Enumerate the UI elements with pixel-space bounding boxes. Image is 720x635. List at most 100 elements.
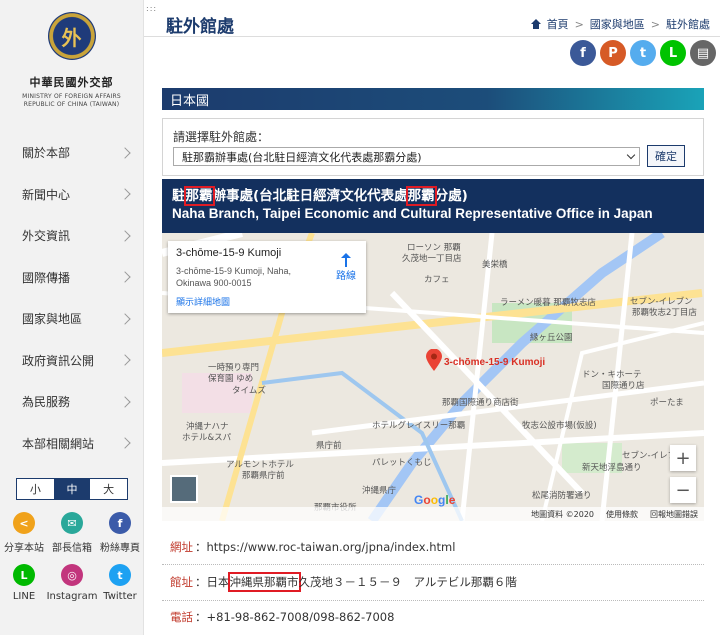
embedded-map[interactable]: ローソン 那覇 久茂地一丁目店 美栄橋 ラーメン暖暮 那覇牧志店 セブン-イレブ… [162,233,704,521]
sidebar: 外 中華民國外交部 MINISTRY OF FOREIGN AFFAIRS RE… [0,0,144,635]
sidebar-item-label: 本部相關網站 [22,436,95,451]
sidebar-item-label: 外交資訊 [22,229,71,244]
map-place-label: 久茂地一丁目店 [402,254,462,264]
sidebar-item-2[interactable]: 外交資訊 [0,215,143,257]
ministry-logo[interactable]: 外 中華民國外交部 MINISTRY OF FOREIGN AFFAIRS RE… [0,0,143,132]
map-place-label: 県庁前 [316,441,342,451]
twitter-share-button[interactable]: t [630,40,656,66]
map-data-credit: 地圖資料 ©2020 [531,509,594,519]
search-highlight: 沖縄県那覇市 [227,571,301,592]
map-place-label: ラーメン暖暮 那覇牧志店 [500,298,596,308]
map-place-label: 牧志公設市場(仮設) [522,421,597,431]
breadcrumb-countries[interactable]: 國家與地區 [590,16,645,32]
chevron-right-icon [119,396,131,408]
font-size-option-1[interactable]: 中 [53,479,91,499]
org-name-en: MINISTRY OF FOREIGN AFFAIRS REPUBLIC OF … [22,93,121,108]
social-label: 分享本站 [4,543,44,554]
social-link-instagram[interactable]: ◎ Instagram [46,564,98,602]
zoom-out-button[interactable]: − [670,477,696,503]
social-label: Instagram [46,591,98,602]
sidebar-item-6[interactable]: 為民服務 [0,381,143,423]
title-divider [144,36,720,37]
font-size-option-2[interactable]: 大 [90,479,128,499]
sidebar-item-label: 國際傳播 [22,270,71,285]
font-size-switcher: 小中大 [16,478,128,500]
sidebar-item-3[interactable]: 國際傳播 [0,257,143,299]
social-link-line[interactable]: L LINE [0,564,48,602]
location-pin-icon[interactable] [426,349,442,371]
map-place-label: タイムズ [232,386,266,396]
address-label: 館址 [170,574,193,589]
map-report-link[interactable]: 回報地圖錯誤 [650,509,698,520]
map-terms-link[interactable]: 使用條款 [606,509,638,520]
org-name-cn: 中華民國外交部 [29,76,114,89]
map-place-label: カフェ [424,275,450,285]
facebook-icon: f [109,512,131,534]
chevron-right-icon [119,230,131,242]
map-place-label: ポーたま [650,398,684,408]
website-link[interactable]: https://www.roc-taiwan.org/jpna/index.ht… [207,540,456,554]
share-buttons: f Pt L ▤ [570,40,716,66]
map-place-label: 那覇牧志2丁目店 [632,308,697,318]
phone-row: 電話： +81-98-862-7008/098-862-7008 [162,600,704,632]
font-size-option-0[interactable]: 小 [17,479,54,499]
sidebar-item-1[interactable]: 新聞中心 [0,174,143,216]
sidebar-item-4[interactable]: 國家與地區 [0,298,143,340]
country-heading: 日本國 [162,88,704,110]
office-heading: 駐那霸辦事處(台北駐日經濟文化代表處那霸分處) Naha Branch, Tai… [162,179,704,233]
plurk-share-button[interactable]: P [600,40,626,66]
line-share-button[interactable]: L [660,40,686,66]
address-row: 館址： 日本 沖縄県那覇市 久茂地３－１５－９ アルテビル那覇６階 [162,564,704,598]
directions-button[interactable]: 路線 [336,253,356,282]
chevron-right-icon [119,313,131,325]
map-card-title: 3-chōme-15-9 Kumoji [176,247,282,259]
social-label: LINE [12,591,36,602]
sidebar-item-label: 國家與地區 [22,312,83,327]
search-highlight: 那霸 [183,186,215,206]
social-link-facebook[interactable]: f 粉絲專頁 [96,512,144,554]
mission-selector-panel: 請選擇駐外館處： 駐那霸辦事處(台北駐日經濟文化代表處那霸分處) 確定 [162,118,704,176]
sidebar-item-7[interactable]: 本部相關網站 [0,423,143,465]
office-name-en: Naha Branch, Taipei Economic and Cultura… [172,206,653,221]
print-share-button[interactable]: ▤ [690,40,716,66]
ministry-emblem-icon: 外 [47,12,96,60]
social-link-share[interactable]: < 分享本站 [0,512,48,554]
map-place-label: 沖縄県庁 [362,486,397,496]
facebook-share-button[interactable]: f [570,40,596,66]
social-link-twitter[interactable]: t Twitter [96,564,144,602]
breadcrumb-home[interactable]: 首頁 [547,16,569,32]
map-place-label: 那覇国際通り商店街 [442,398,519,408]
sidebar-item-label: 為民服務 [22,395,71,410]
mission-selector-label: 請選擇駐外館處： [173,130,270,144]
sidebar-item-label: 關於本部 [22,146,71,161]
sidebar-item-5[interactable]: 政府資訊公開 [0,340,143,382]
mission-select[interactable]: 駐那霸辦事處(台北駐日經濟文化代表處那霸分處) [173,147,640,166]
breadcrumb-separator: > [574,17,584,31]
chevron-right-icon [119,437,131,449]
map-card-address: 3-chōme-15-9 Kumoji, Naha, Okinawa 900-0… [176,266,292,288]
social-label: 部長信箱 [52,543,92,554]
chevron-right-icon [119,188,131,200]
home-icon [530,19,541,29]
chevron-down-icon [626,150,636,160]
view-larger-map-link[interactable]: 顯示詳細地圖 [176,295,230,308]
social-label: Twitter [103,591,137,602]
sidebar-item-0[interactable]: 關於本部 [0,132,143,174]
main-content: ::: 駐外館處 首頁 > 國家與地區 > 駐外館處 f Pt L ▤ 日本國 請選擇… [144,0,720,635]
map-place-label: 国際通り店 [602,381,645,391]
map-place-label: 美栄橋 [482,260,508,270]
confirm-button[interactable]: 確定 [647,145,685,167]
map-footer: 地圖資料 ©2020 使用條款 回報地圖錯誤 [162,507,704,521]
page-title: 駐外館處 [166,17,234,37]
website-label: 網址 [170,540,193,554]
zoom-in-button[interactable]: + [670,445,696,471]
map-place-label: 那覇県庁前 [242,471,285,481]
instagram-icon: ◎ [61,564,83,586]
accesskey-marker[interactable]: ::: [146,4,157,13]
phone-label: 電話 [170,609,193,624]
map-place-label: 保育園 ゆめ [208,374,254,384]
breadcrumb: 首頁 > 國家與地區 > 駐外館處 [530,16,710,32]
phone-number: +81-98-862-7008/098-862-7008 [206,609,395,624]
social-link-mail[interactable]: ✉ 部長信箱 [48,512,96,554]
satellite-toggle[interactable] [170,475,198,503]
